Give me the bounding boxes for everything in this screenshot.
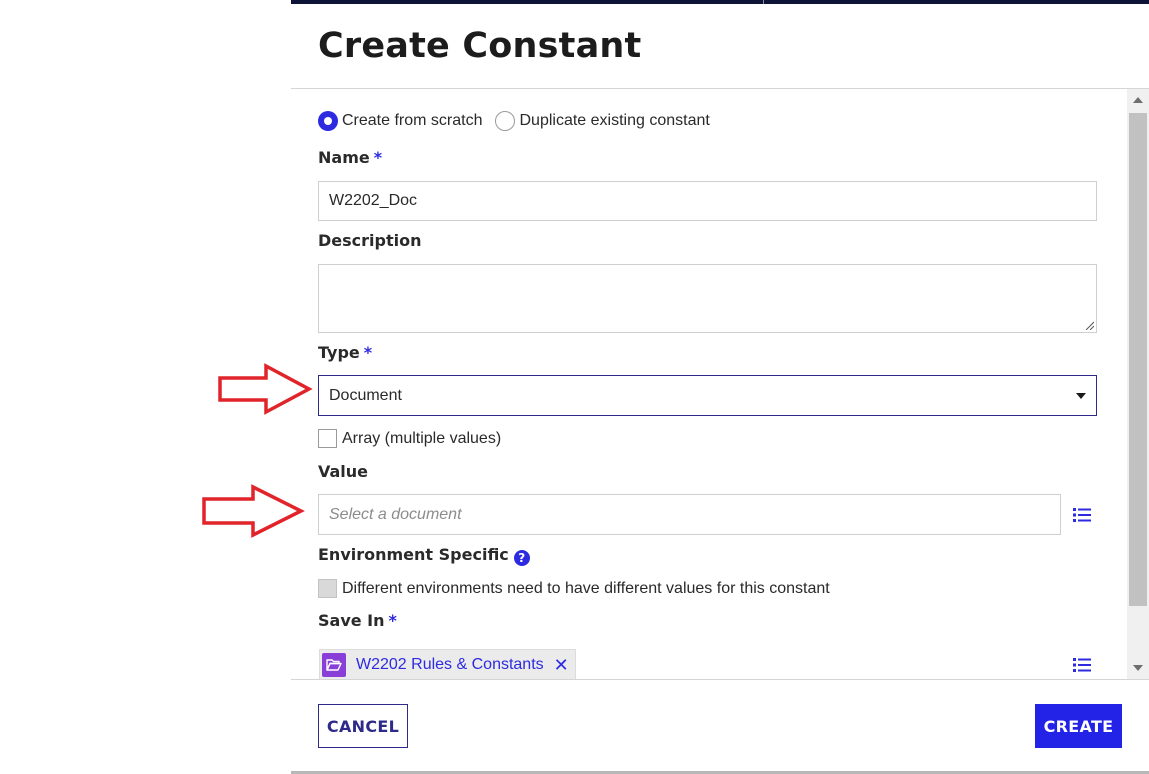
annotation-arrow-icon-type	[218, 363, 313, 415]
caret-down-icon	[1076, 392, 1086, 399]
environment-specific-text: Environment Specific	[318, 545, 509, 564]
environment-checkbox-label[interactable]: Different environments need to have diff…	[342, 580, 830, 598]
annotation-arrow-icon-value	[202, 484, 305, 538]
folder-list-picker-icon[interactable]	[1073, 657, 1091, 673]
type-select-value: Document	[329, 386, 402, 404]
scroll-up-arrow-icon[interactable]	[1133, 97, 1143, 103]
dialog-title: Create Constant	[318, 26, 642, 66]
footer-divider	[291, 679, 1149, 680]
scroll-down-arrow-icon[interactable]	[1133, 665, 1143, 671]
name-label-text: Name	[318, 148, 370, 167]
save-in-label: Save In *	[318, 611, 397, 630]
resize-grip-icon[interactable]	[1084, 320, 1094, 330]
remove-chip-icon[interactable]: ✕	[554, 656, 569, 674]
radio-label-create-from-scratch[interactable]: Create from scratch	[342, 112, 482, 130]
dialog-body[interactable]: Create from scratch Duplicate existing c…	[291, 89, 1127, 680]
type-label: Type *	[318, 343, 372, 362]
name-required-mark: *	[373, 148, 383, 167]
radio-label-duplicate-existing[interactable]: Duplicate existing constant	[519, 112, 709, 130]
folder-open-icon	[322, 652, 346, 677]
type-label-text: Type	[318, 343, 360, 362]
description-textarea[interactable]	[318, 264, 1097, 333]
radio-duplicate-existing[interactable]	[495, 111, 516, 131]
create-button[interactable]: CREATE	[1035, 704, 1122, 748]
save-in-folder-chip[interactable]: W2202 Rules & Constants ✕	[319, 649, 576, 680]
scrollbar-thumb[interactable]	[1129, 113, 1147, 606]
save-in-chip-label: W2202 Rules & Constants	[356, 655, 544, 673]
environment-specific-label: Environment Specific?	[318, 545, 530, 566]
vertical-scrollbar[interactable]	[1127, 89, 1149, 679]
creation-mode-group: Create from scratch Duplicate existing c…	[318, 111, 723, 131]
value-document-input[interactable]: Select a document	[318, 494, 1061, 535]
create-constant-dialog: Create Constant Create from scratch Dupl…	[291, 4, 1149, 774]
name-input-value: W2202_Doc	[329, 192, 418, 209]
save-in-required-mark: *	[388, 611, 397, 630]
type-required-mark: *	[363, 343, 373, 362]
value-label: Value	[318, 462, 369, 481]
list-picker-icon[interactable]	[1073, 507, 1091, 523]
description-label: Description	[318, 231, 422, 250]
array-checkbox[interactable]	[318, 429, 337, 448]
environment-checkbox[interactable]	[318, 579, 337, 598]
radio-create-from-scratch[interactable]	[318, 111, 338, 131]
array-checkbox-row: Array (multiple values)	[318, 429, 501, 448]
array-checkbox-label[interactable]: Array (multiple values)	[342, 430, 501, 448]
name-label: Name *	[318, 148, 382, 167]
question-circle-icon[interactable]: ?	[513, 550, 530, 566]
environment-checkbox-row: Different environments need to have diff…	[318, 579, 830, 598]
save-in-label-text: Save In	[318, 611, 385, 630]
type-select[interactable]: Document	[318, 375, 1097, 416]
value-placeholder: Select a document	[329, 505, 462, 523]
cancel-button[interactable]: CANCEL	[318, 704, 408, 748]
name-input[interactable]: W2202_Doc	[318, 181, 1097, 221]
